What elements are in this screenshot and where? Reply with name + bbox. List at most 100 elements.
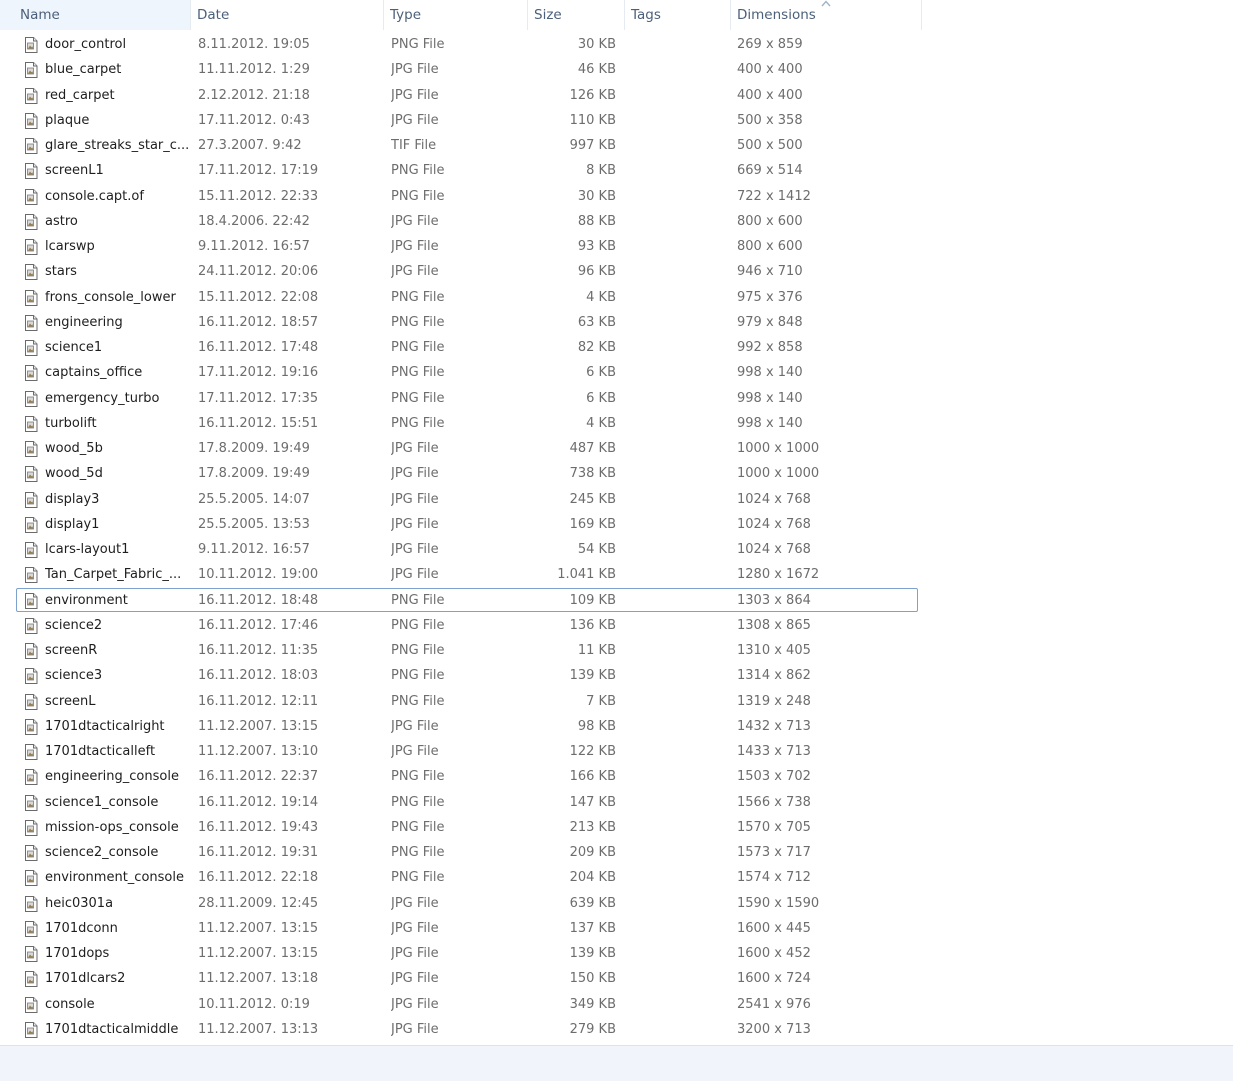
file-row[interactable]: blue_carpet 11.11.2012. 1:29 JPG File 46 KB… (16, 57, 918, 81)
file-size: 30 KB (577, 37, 616, 52)
file-name: 1701dlcars2 (45, 971, 126, 987)
file-name: 1701dtacticalleft (45, 744, 156, 759)
file-size: 139 KB (569, 668, 616, 684)
file-row[interactable]: display3 25.5.2005. 14:07 JPG File 245 KB 10… (16, 487, 918, 511)
file-row[interactable]: turbolift 16.11.2012. 15:51 PNG File 4 KB 99… (16, 411, 918, 435)
file-type: PNG File (391, 415, 445, 431)
file-dimensions: 669 x 514 (737, 163, 803, 179)
file-dimensions: 1024 x 768 (737, 491, 811, 507)
file-name: turbolift (45, 415, 97, 431)
file-date: 2.12.2012. 21:18 (198, 87, 310, 103)
file-type: PNG File (391, 794, 445, 810)
file-row[interactable]: astro 18.4.2006. 22:42 JPG File 88 KB 800 x … (16, 209, 918, 233)
file-row[interactable]: heic0301a 28.11.2009. 12:45 JPG File 639 KB… (16, 891, 918, 915)
file-date: 16.11.2012. 11:35 (198, 643, 319, 658)
file-type: JPG File (391, 744, 439, 759)
file-name: frons_console_lower (45, 289, 176, 305)
file-name: environment (45, 592, 128, 608)
file-row[interactable]: console 10.11.2012. 0:19 JPG File 349 KB 254… (16, 992, 918, 1016)
file-date: 11.12.2007. 13:15 (198, 920, 319, 936)
file-row[interactable]: lcarswp 9.11.2012. 16:57 JPG File 93 KB 800 … (16, 234, 918, 258)
file-row[interactable]: mission-ops_console 16.11.2012. 19:43 PNG … (16, 815, 918, 839)
file-row[interactable]: frons_console_lower 15.11.2012. 22:08 PNG … (16, 285, 918, 309)
file-row[interactable]: Tan_Carpet_Fabric_... 10.11.2012. 19:00 JP… (16, 562, 918, 586)
file-type: PNG File (391, 592, 445, 608)
file-row[interactable]: environment_console 16.11.2012. 22:18 PNG … (16, 865, 918, 889)
file-row[interactable]: 1701dtacticalright 11.12.2007. 13:15 JPG F… (16, 714, 918, 738)
file-row[interactable]: plaque 17.11.2012. 0:43 JPG File 110 KB 500 … (16, 108, 918, 132)
file-dimensions: 1000 x 1000 (737, 466, 820, 482)
jpg-file-icon (24, 567, 38, 584)
file-dimensions: 1303 x 864 (737, 592, 811, 608)
jpg-file-icon (24, 718, 38, 735)
file-date: 16.11.2012. 22:18 (198, 870, 319, 886)
file-row[interactable]: emergency_turbo 17.11.2012. 17:35 PNG File… (16, 386, 918, 410)
file-name: display1 (45, 516, 100, 532)
file-row[interactable]: wood_5b 17.8.2009. 19:49 JPG File 487 KB 100… (16, 436, 918, 460)
file-row[interactable]: science1 16.11.2012. 17:48 PNG File 82 KB 99… (16, 335, 918, 359)
file-type: JPG File (391, 239, 439, 254)
file-dimensions: 2541 x 976 (737, 996, 811, 1012)
file-size: 11 KB (577, 643, 616, 658)
file-row[interactable]: glare_streaks_star_c... 27.3.2007. 9:42 TI… (16, 133, 918, 157)
file-name: engineering (45, 314, 123, 330)
file-size: 139 KB (569, 946, 616, 961)
file-name: wood_5d (45, 466, 103, 482)
file-row[interactable]: engineering_console 16.11.2012. 22:37 PNG … (16, 764, 918, 788)
file-size: 1.041 KB (557, 567, 616, 583)
file-size: 126 KB (569, 87, 616, 103)
file-row[interactable]: stars 24.11.2012. 20:06 JPG File 96 KB 946 x… (16, 259, 918, 283)
file-row[interactable]: captains_office 17.11.2012. 19:16 PNG File… (16, 360, 918, 384)
file-date: 16.11.2012. 19:14 (198, 794, 319, 810)
file-row[interactable]: science2 16.11.2012. 17:46 PNG File 136 KB 1… (16, 613, 918, 637)
file-row[interactable]: 1701dops 11.12.2007. 13:15 JPG File 139 KB 1… (16, 941, 918, 965)
file-date: 17.11.2012. 19:16 (198, 365, 319, 381)
file-name: screenL1 (45, 163, 104, 179)
file-name: science2 (45, 617, 103, 633)
file-row[interactable]: screenL1 17.11.2012. 17:19 PNG File 8 KB 669… (16, 158, 918, 182)
png-file-icon (24, 314, 38, 331)
column-header-size[interactable]: Size (528, 0, 625, 30)
file-row[interactable]: 1701dtacticalleft 11.12.2007. 13:10 JPG Fi… (16, 739, 918, 763)
file-name: emergency_turbo (45, 390, 160, 406)
column-header-tags[interactable]: Tags (625, 0, 731, 30)
file-row[interactable]: 1701dlcars2 11.12.2007. 13:18 JPG File 150 … (16, 966, 918, 990)
file-row[interactable]: lcars-layout1 9.11.2012. 16:57 JPG File 54 … (16, 537, 918, 561)
file-row[interactable]: display1 25.5.2005. 13:53 JPG File 169 KB 10… (16, 512, 918, 536)
file-dimensions: 998 x 140 (737, 365, 803, 381)
file-row[interactable]: science1_console 16.11.2012. 19:14 PNG Fil… (16, 790, 918, 814)
file-date: 11.11.2012. 1:29 (198, 62, 310, 78)
file-size: 137 KB (569, 920, 616, 936)
file-row[interactable]: screenL 16.11.2012. 12:11 PNG File 7 KB 1319… (16, 689, 918, 713)
file-type: PNG File (391, 314, 445, 330)
file-row[interactable]: screenR 16.11.2012. 11:35 PNG File 11 KB 131… (16, 638, 918, 662)
file-row[interactable]: wood_5d 17.8.2009. 19:49 JPG File 738 KB 100… (16, 461, 918, 485)
file-type: JPG File (391, 567, 439, 583)
file-date: 11.12.2007. 13:15 (198, 718, 319, 734)
file-row[interactable]: red_carpet 2.12.2012. 21:18 JPG File 126 KB… (16, 83, 918, 107)
column-header-date[interactable]: Date (191, 0, 384, 30)
file-dimensions: 979 x 848 (737, 314, 803, 330)
file-row[interactable]: console.capt.of 15.11.2012. 22:33 PNG File… (16, 184, 918, 208)
file-date: 8.11.2012. 19:05 (198, 37, 310, 52)
file-row[interactable]: environment 16.11.2012. 18:48 PNG File 109 … (16, 587, 918, 612)
file-row[interactable]: door_control 8.11.2012. 19:05 PNG File 30 K… (16, 32, 918, 56)
file-name: science1_console (45, 794, 159, 810)
file-row[interactable]: engineering 16.11.2012. 18:57 PNG File 63 K… (16, 310, 918, 334)
file-row[interactable]: 1701dtacticalmiddle 11.12.2007. 13:13 JPG … (16, 1017, 918, 1041)
column-header-type[interactable]: Type (384, 0, 528, 30)
column-header-name[interactable]: Name (0, 0, 191, 30)
file-row[interactable]: science2_console 16.11.2012. 19:31 PNG Fil… (16, 840, 918, 864)
jpg-file-icon (24, 895, 38, 912)
column-header-date-label: Date (197, 7, 230, 23)
png-file-icon (24, 340, 38, 356)
file-date: 16.11.2012. 22:37 (198, 769, 319, 785)
file-name: 1701dtacticalmiddle (45, 1021, 179, 1037)
file-row[interactable]: science3 16.11.2012. 18:03 PNG File 139 KB 1… (16, 663, 918, 687)
file-date: 27.3.2007. 9:42 (198, 138, 302, 153)
jpg-file-icon (24, 87, 38, 104)
file-name: Tan_Carpet_Fabric_... (45, 567, 182, 583)
file-size: 8 KB (586, 163, 616, 179)
file-type: JPG File (391, 466, 439, 482)
file-row[interactable]: 1701dconn 11.12.2007. 13:15 JPG File 137 KB… (16, 916, 918, 940)
